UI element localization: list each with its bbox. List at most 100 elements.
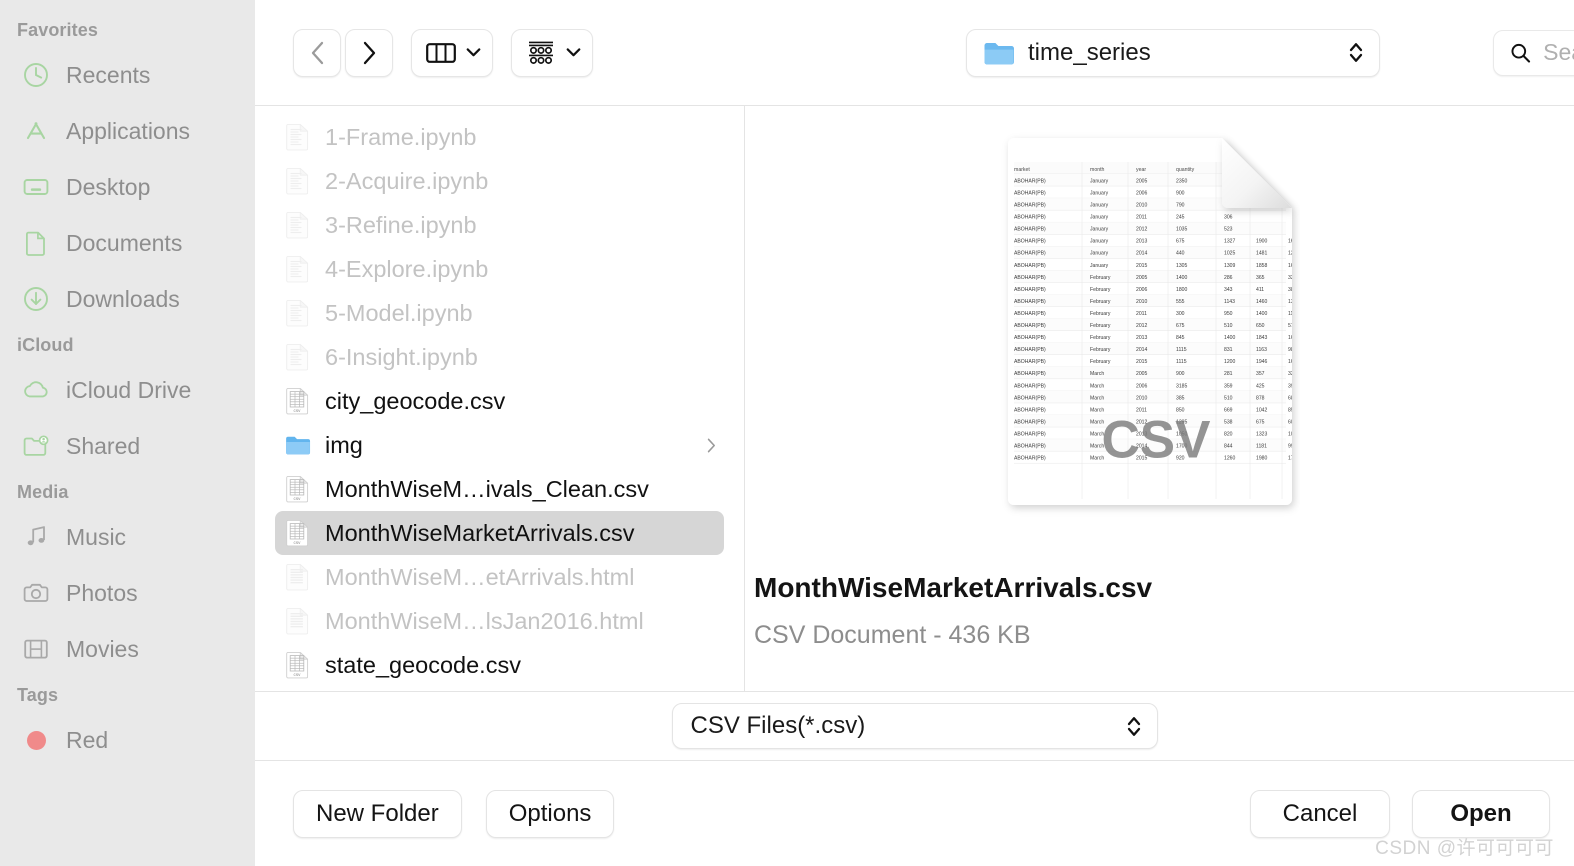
doc-file-icon (286, 211, 309, 239)
view-mode-button[interactable] (411, 28, 493, 77)
svg-text:385: 385 (1176, 395, 1185, 401)
doc-file-icon (286, 299, 309, 327)
svg-text:ABOHAR(PB): ABOHAR(PB) (1014, 444, 1046, 450)
sidebar-item-shared[interactable]: Shared (0, 418, 255, 474)
svg-text:1125: 1125 (1288, 311, 1299, 317)
file-list-item[interactable]: csv MonthWiseM…ivals_Clean.csv (275, 467, 724, 511)
svg-text:January: January (1090, 227, 1109, 233)
svg-text:2006: 2006 (1136, 383, 1147, 389)
file-list-item[interactable]: img (275, 423, 724, 467)
sidebar-item-documents[interactable]: Documents (0, 215, 255, 271)
sidebar: Favorites Recents Applications Desktop Docum… (0, 0, 255, 866)
svg-text:ABOHAR(PB): ABOHAR(PB) (1014, 359, 1046, 365)
svg-text:1400: 1400 (1256, 311, 1267, 317)
sidebar-section-title: Favorites (17, 20, 98, 40)
filter-bar: CSV Files(*.csv) (255, 692, 1574, 760)
svg-text:1400: 1400 (1224, 335, 1235, 341)
svg-text:ABOHAR(PB): ABOHAR(PB) (1014, 275, 1046, 281)
tag-dot-icon (22, 726, 50, 754)
file-list[interactable]: 1-Frame.ipynb 2-Acquire.ipynb 3-Refine.ipy… (255, 106, 745, 691)
svg-text:January: January (1090, 178, 1109, 184)
svg-text:300: 300 (1176, 311, 1185, 317)
sidebar-item-movies[interactable]: Movies (0, 621, 255, 677)
file-name: img (325, 431, 363, 458)
folder-icon (984, 42, 1014, 64)
svg-text:2010: 2010 (1136, 395, 1147, 401)
group-by-button[interactable] (511, 28, 593, 77)
sidebar-item-icloud-drive[interactable]: iCloud Drive (0, 362, 255, 418)
svg-text:570: 570 (1288, 323, 1297, 329)
csv-file-icon: csv (285, 650, 311, 680)
main-area: time_series 1-Frame.ipynb 2-Acquire.ipynb… (255, 0, 1574, 866)
sidebar-item-photos[interactable]: Photos (0, 565, 255, 621)
file-name: 4-Explore.ipynb (325, 255, 489, 282)
file-list-item[interactable]: csv state_geocode.csv (275, 643, 724, 687)
file-list-item[interactable]: csv city_geocode.csv (275, 379, 724, 423)
svg-text:March: March (1090, 395, 1104, 401)
doc-file-icon (285, 298, 311, 328)
sidebar-item-music[interactable]: Music (0, 509, 255, 565)
back-button[interactable] (293, 28, 341, 77)
svg-text:357: 357 (1256, 371, 1265, 377)
svg-text:ABOHAR(PB): ABOHAR(PB) (1014, 383, 1046, 389)
sidebar-item-applications[interactable]: Applications (0, 103, 255, 159)
footer: New Folder Options Cancel Open CSDN @许可可… (255, 761, 1574, 866)
csv-file-icon: csv (285, 518, 311, 548)
chevron-right-icon (707, 438, 716, 453)
svg-text:ABOHAR(PB): ABOHAR(PB) (1014, 407, 1046, 413)
sidebar-item-downloads[interactable]: Downloads (0, 271, 255, 327)
svg-text:675: 675 (1256, 419, 1265, 425)
svg-text:year: year (1136, 167, 1146, 173)
options-button[interactable]: Options (485, 789, 615, 838)
svg-text:669: 669 (1224, 407, 1233, 413)
svg-text:January: January (1090, 239, 1109, 245)
svg-text:csv: csv (294, 672, 302, 677)
csv-file-icon: csv (286, 651, 309, 679)
file-name: MonthWiseMarketArrivals.csv (325, 519, 635, 546)
open-button[interactable]: Open (1412, 789, 1550, 838)
file-type-filter-select[interactable]: CSV Files(*.csv) (671, 703, 1158, 749)
svg-text:286: 286 (1224, 275, 1233, 281)
clock-icon (22, 61, 50, 89)
file-open-dialog: Favorites Recents Applications Desktop Docum… (0, 0, 1574, 866)
sidebar-item-label: Movies (66, 635, 139, 662)
browser: 1-Frame.ipynb 2-Acquire.ipynb 3-Refine.ipy… (255, 106, 1574, 691)
svg-text:ABOHAR(PB): ABOHAR(PB) (1014, 299, 1046, 305)
sidebar-section-title: iCloud (17, 335, 74, 355)
sidebar-item-red[interactable]: Red (0, 712, 255, 768)
svg-text:1843: 1843 (1256, 335, 1267, 341)
svg-text:January: January (1090, 263, 1109, 269)
sidebar-item-recents[interactable]: Recents (0, 47, 255, 103)
csv-file-icon: csv (285, 386, 311, 416)
preview-file-name: MonthWiseMarketArrivals.csv (754, 572, 1153, 603)
file-thumbnail: marketmonthyearquantitypriceABOHAR(PB)Ja… (1000, 132, 1300, 517)
new-folder-button[interactable]: New Folder (293, 789, 462, 838)
svg-text:2012: 2012 (1136, 323, 1147, 329)
svg-text:ABOHAR(PB): ABOHAR(PB) (1014, 371, 1046, 377)
svg-text:324: 324 (1288, 275, 1297, 281)
desktop-icon (22, 173, 50, 201)
search-input[interactable] (1543, 39, 1574, 66)
svg-text:900: 900 (1176, 371, 1185, 377)
svg-text:1322: 1322 (1288, 299, 1299, 305)
svg-text:510: 510 (1224, 395, 1233, 401)
forward-button[interactable] (345, 28, 393, 77)
svg-text:ABOHAR(PB): ABOHAR(PB) (1014, 190, 1046, 196)
cancel-button[interactable]: Cancel (1250, 789, 1390, 838)
svg-text:1745: 1745 (1288, 456, 1299, 462)
svg-text:February: February (1090, 347, 1111, 353)
svg-text:2012: 2012 (1136, 227, 1147, 233)
file-list-item[interactable]: csv MonthWiseMarketArrivals.csv (275, 511, 724, 555)
doc-file-icon (286, 123, 309, 151)
desktop-icon (23, 179, 49, 195)
cloud-icon (24, 381, 48, 398)
svg-text:February: February (1090, 275, 1111, 281)
path-popup-button[interactable]: time_series (966, 28, 1380, 77)
camera-icon (22, 579, 50, 607)
svg-text:market: market (1014, 167, 1030, 173)
search-field[interactable] (1493, 29, 1574, 76)
sidebar-item-desktop[interactable]: Desktop (0, 159, 255, 215)
sidebar-item-label: Desktop (66, 173, 151, 200)
svg-text:2015: 2015 (1136, 263, 1147, 269)
svg-text:608: 608 (1288, 419, 1297, 425)
